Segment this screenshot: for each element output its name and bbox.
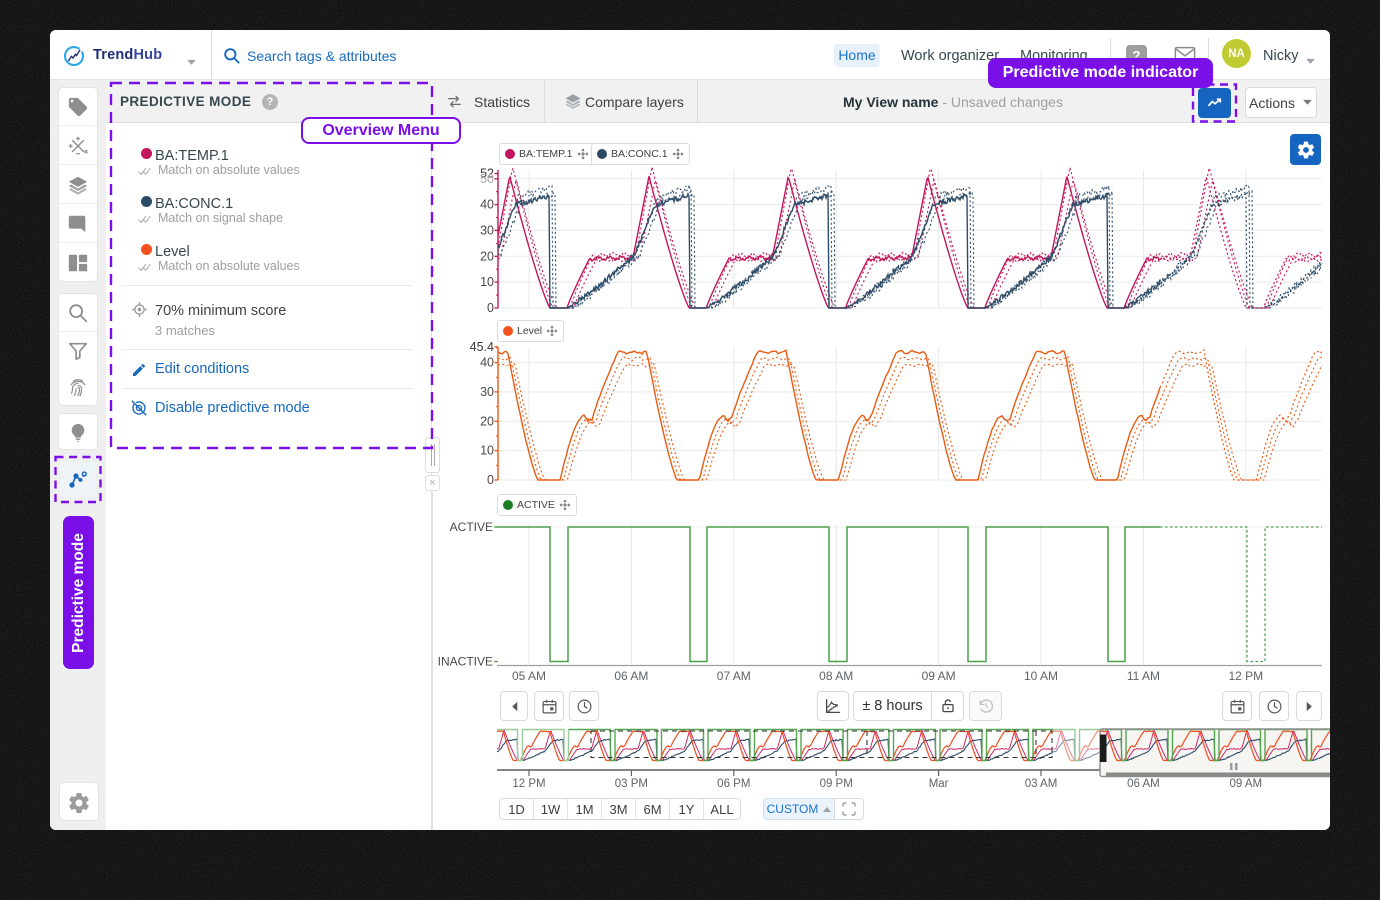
- svg-text:ACTIVE: ACTIVE: [450, 520, 493, 534]
- svg-text:05 AM: 05 AM: [512, 669, 546, 683]
- svg-text:11 AM: 11 AM: [1127, 669, 1160, 683]
- svg-text:10 AM: 10 AM: [1024, 669, 1058, 683]
- svg-text:12 PM: 12 PM: [1228, 669, 1263, 683]
- svg-text:06 AM: 06 AM: [614, 669, 648, 683]
- svg-text:08 AM: 08 AM: [819, 669, 853, 683]
- svg-text:0: 0: [487, 301, 494, 315]
- svg-text:INACTIVE: INACTIVE: [438, 655, 493, 669]
- svg-text:Mar: Mar: [929, 778, 949, 790]
- svg-text:09 PM: 09 PM: [820, 778, 853, 790]
- svg-text:09 AM: 09 AM: [922, 669, 956, 683]
- svg-text:45.4: 45.4: [470, 340, 494, 354]
- svg-text:50: 50: [480, 172, 494, 186]
- svg-text:07 AM: 07 AM: [717, 669, 751, 683]
- svg-text:0: 0: [487, 473, 494, 487]
- svg-text:30: 30: [480, 385, 494, 399]
- svg-text:12 PM: 12 PM: [512, 778, 545, 790]
- svg-text:09 AM: 09 AM: [1229, 778, 1262, 790]
- svg-text:20: 20: [480, 249, 494, 263]
- svg-text:20: 20: [480, 414, 494, 428]
- svg-text:06 AM: 06 AM: [1127, 778, 1160, 790]
- svg-text:40: 40: [480, 198, 494, 212]
- svg-text:03 PM: 03 PM: [615, 778, 648, 790]
- svg-text:06 PM: 06 PM: [717, 778, 750, 790]
- svg-text:30: 30: [480, 223, 494, 237]
- svg-text:03 AM: 03 AM: [1025, 778, 1058, 790]
- svg-text:10: 10: [480, 275, 494, 289]
- svg-text:10: 10: [480, 444, 494, 458]
- svg-text:40: 40: [480, 356, 494, 370]
